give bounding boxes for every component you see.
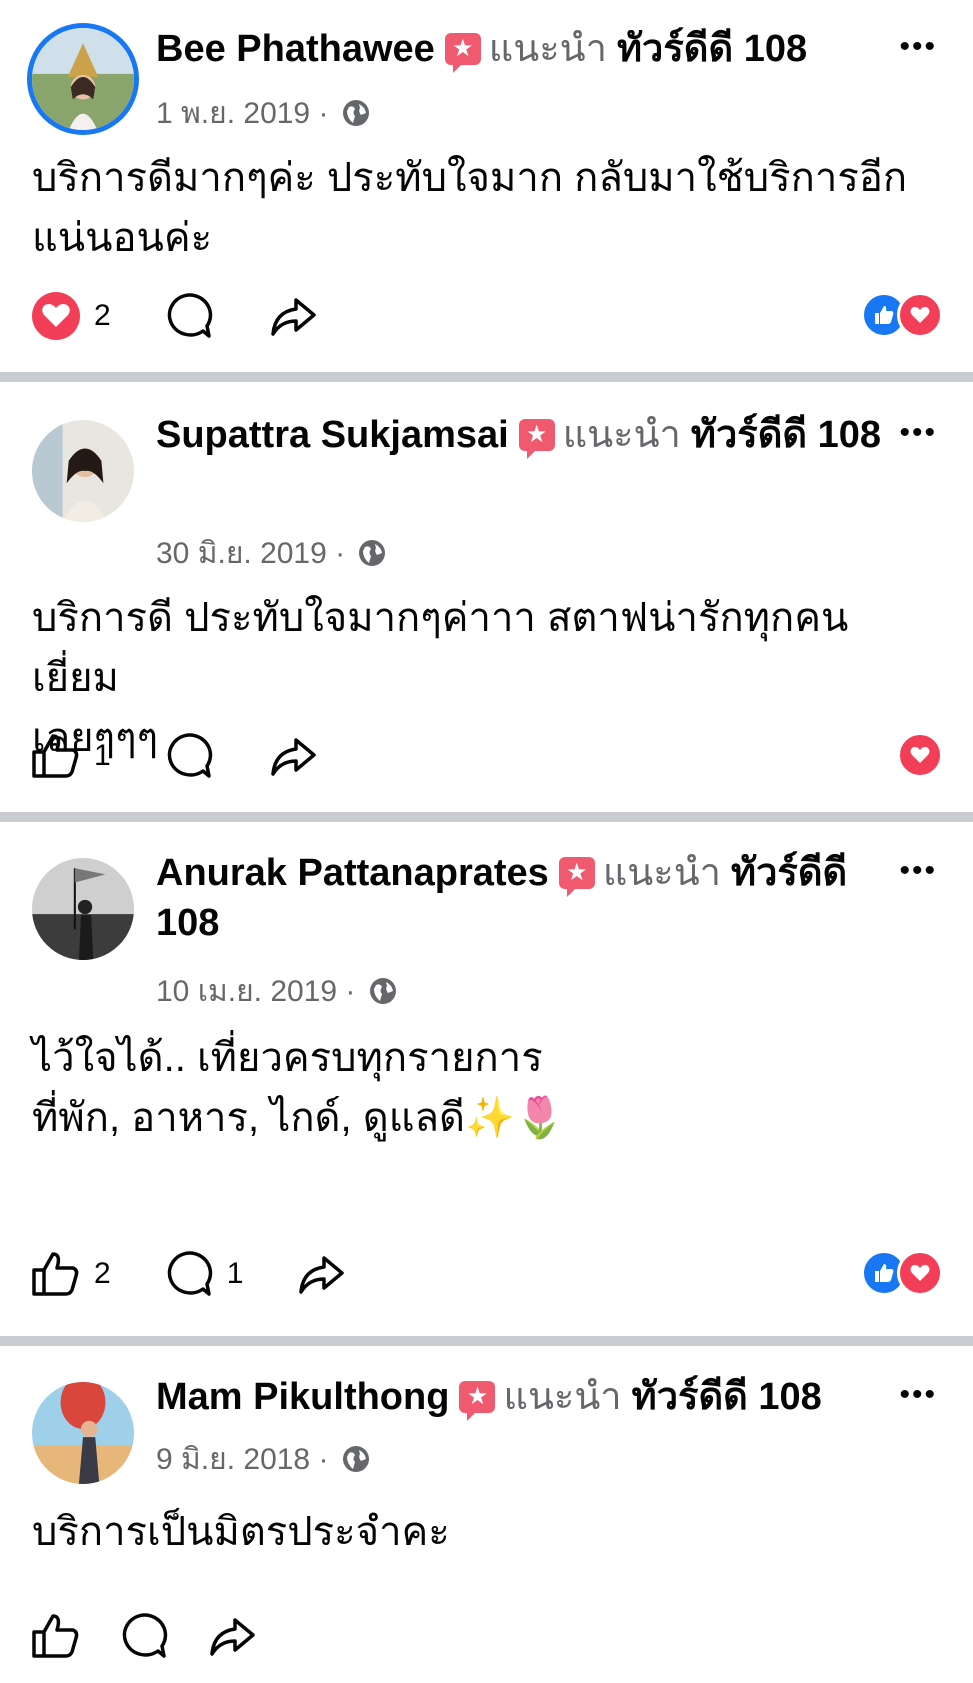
share-icon [210, 1618, 255, 1656]
share-button[interactable] [267, 730, 319, 782]
comment-button[interactable] [118, 1610, 170, 1662]
comment-icon [167, 1251, 212, 1296]
post-date[interactable]: 9 มิ.ย. 2018 · [156, 1436, 371, 1483]
comment-button[interactable]: 1 [163, 1248, 244, 1300]
reaction-count: 2 [94, 1257, 111, 1290]
share-button[interactable] [295, 1248, 347, 1300]
recommend-icon: ★ [444, 33, 481, 73]
share-icon [270, 738, 316, 776]
love-reaction-icon [897, 732, 943, 778]
globe-icon [359, 540, 386, 566]
post-header: Supattra Sukjamsai ★ แนะนำ ทัวร์ดีดี 108 [156, 410, 896, 460]
globe-icon [369, 978, 396, 1004]
like-icon [32, 734, 79, 778]
share-button[interactable] [267, 290, 319, 342]
review-post: Anurak Pattanaprates ★ แนะนำ ทัวร์ดีดี 108 … [0, 822, 973, 1332]
post-date[interactable]: 30 มิ.ย. 2019 · [156, 530, 387, 577]
comment-icon [167, 293, 212, 338]
share-button[interactable] [206, 1610, 258, 1662]
avatar[interactable] [32, 28, 134, 130]
author-name[interactable]: Mam Pikulthong [156, 1376, 449, 1418]
post-header: Mam Pikulthong ★ แนะนำ ทัวร์ดีดี 108 [156, 1372, 896, 1422]
recommend-icon: ★ [518, 419, 555, 459]
more-options-button[interactable]: ••• [899, 854, 937, 888]
post-separator [0, 372, 973, 382]
date-text: 1 พ.ย. 2019 · [156, 97, 329, 130]
action-bar: 2 [30, 288, 371, 344]
comment-count: 1 [226, 1257, 244, 1290]
recommend-label: แนะนำ [488, 28, 607, 70]
like-button[interactable]: 2 [30, 290, 111, 342]
author-name[interactable]: Bee Phathawee [156, 28, 435, 70]
post-date[interactable]: 1 พ.ย. 2019 · [156, 90, 371, 137]
review-text: บริการเป็นมิตรประจำคะ [32, 1510, 450, 1554]
reaction-summary[interactable] [861, 1250, 943, 1296]
like-icon [32, 1614, 79, 1658]
post-date[interactable]: 10 เม.ย. 2019 · [156, 968, 398, 1015]
more-options-button[interactable]: ••• [899, 416, 937, 450]
date-text: 9 มิ.ย. 2018 · [156, 1443, 329, 1476]
comment-icon [167, 733, 212, 778]
avatar[interactable] [32, 1382, 134, 1484]
globe-icon [342, 100, 369, 126]
globe-icon [342, 1446, 369, 1472]
review-text: ไว้ใจได้.. เที่ยวครบทุกรายการ ที่พัก, อา… [32, 1036, 565, 1140]
recommend-icon: ★ [459, 1381, 496, 1421]
post-header: Bee Phathawee ★ แนะนำ ทัวร์ดีดี 108 [156, 24, 896, 74]
author-name[interactable]: Anurak Pattanaprates [156, 852, 549, 894]
reaction-count: 1 [94, 739, 111, 772]
like-button[interactable]: 1 [30, 730, 111, 782]
recommend-label: แนะนำ [503, 1376, 622, 1418]
comment-button[interactable] [163, 730, 215, 782]
review-post: Mam Pikulthong ★ แนะนำ ทัวร์ดีดี 108 ••• 9 … [0, 1346, 973, 1683]
more-options-button[interactable]: ••• [899, 1378, 937, 1412]
share-icon [270, 298, 316, 336]
comment-icon [122, 1613, 168, 1658]
review-text: บริการดีมากๆค่ะ ประทับใจมาก กลับมาใช้บริ… [32, 156, 908, 260]
reaction-count: 2 [94, 299, 111, 332]
page-name-link[interactable]: ทัวร์ดีดี 108 [617, 28, 807, 70]
share-icon [299, 1256, 345, 1294]
action-bar: 2 1 [30, 1246, 399, 1302]
author-name[interactable]: Supattra Sukjamsai [156, 414, 509, 456]
date-text: 30 มิ.ย. 2019 · [156, 537, 346, 570]
recommend-label: แนะนำ [602, 852, 722, 894]
like-button[interactable] [30, 1610, 82, 1662]
reaction-summary[interactable] [861, 292, 943, 338]
recommend-label: แนะนำ [562, 414, 681, 456]
post-separator [0, 812, 973, 822]
like-button[interactable]: 2 [30, 1248, 111, 1300]
date-text: 10 เม.ย. 2019 · [156, 975, 356, 1008]
like-icon [32, 1252, 79, 1296]
avatar[interactable] [32, 420, 134, 522]
avatar[interactable] [32, 858, 134, 960]
reaction-summary[interactable] [897, 732, 943, 778]
post-header: Anurak Pattanaprates ★ แนะนำ ทัวร์ดีดี 108 [156, 848, 896, 948]
page-name-link[interactable]: ทัวร์ดีดี 108 [632, 1376, 822, 1418]
action-bar: 1 [30, 728, 371, 784]
post-separator [0, 1336, 973, 1346]
love-reaction-icon [32, 292, 80, 340]
review-post: Bee Phathawee ★ แนะนำ ทัวร์ดีดี 108 ••• 1 พ… [0, 0, 973, 360]
comment-button[interactable] [163, 290, 215, 342]
review-post: Supattra Sukjamsai ★ แนะนำ ทัวร์ดีดี 108 ••… [0, 382, 973, 802]
recommend-icon: ★ [558, 857, 595, 897]
action-bar [30, 1608, 310, 1664]
love-reaction-icon [897, 1250, 943, 1296]
more-options-button[interactable]: ••• [899, 30, 937, 64]
page-name-link[interactable]: ทัวร์ดีดี 108 [691, 414, 881, 456]
love-reaction-icon [897, 292, 943, 338]
